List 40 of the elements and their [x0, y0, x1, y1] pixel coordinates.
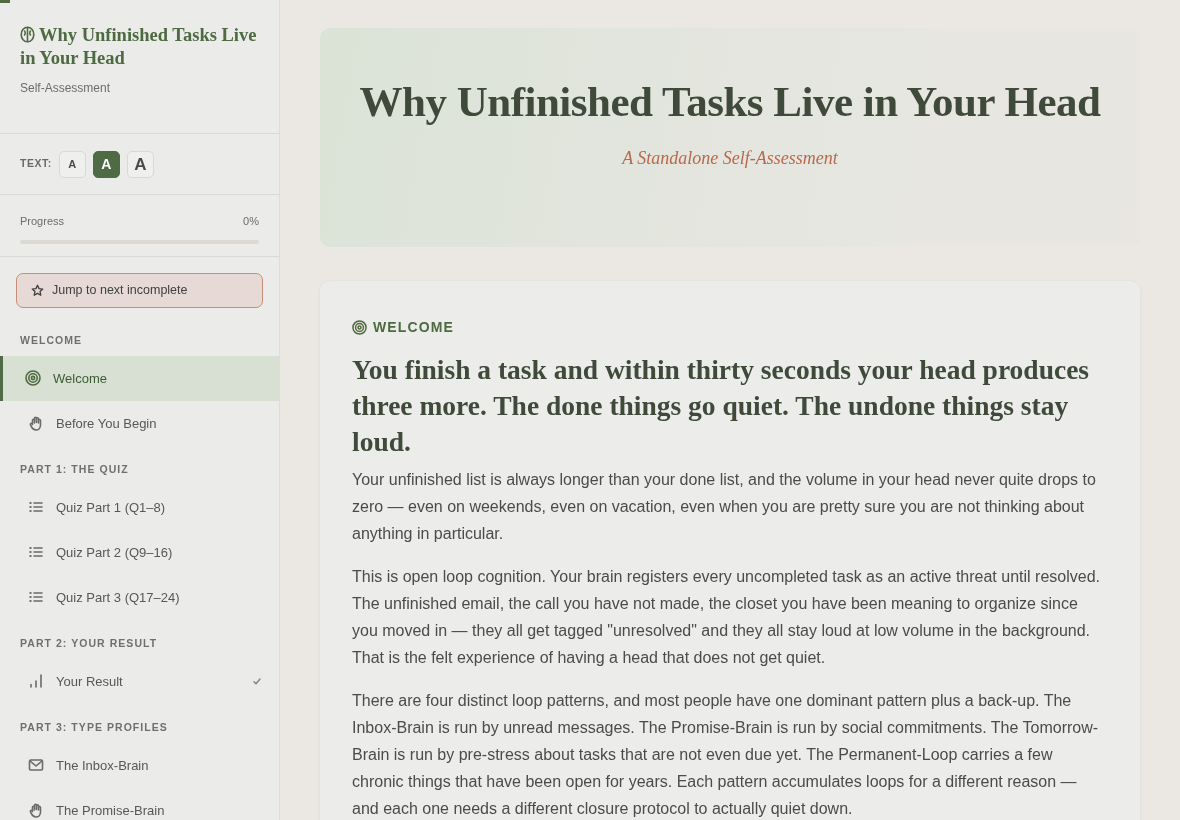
- bar-chart-icon: [28, 673, 44, 689]
- progress-label: Progress: [20, 214, 65, 229]
- sidebar-item[interactable]: The Inbox-Brain: [0, 742, 279, 788]
- text-size-label: TEXT:: [20, 156, 52, 172]
- hero-subtitle: A Standalone Self-Assessment: [620, 147, 839, 170]
- section-heading: PART 1: THE QUIZ: [19, 461, 130, 477]
- sidebar-item[interactable]: Your Result: [0, 658, 279, 704]
- hand-icon: [28, 802, 44, 818]
- section-heading: PART 2: YOUR RESULT: [19, 635, 159, 651]
- hero-title: Why Unfinished Tasks Live in Your Head: [358, 77, 1102, 127]
- brain-icon: [20, 26, 35, 43]
- list-icon: [28, 589, 44, 605]
- target-icon: [352, 320, 367, 335]
- card-heading: You finish a task and within thirty seconds your head produces three more. The done things go quiet. The undone things stay loud.: [352, 353, 1091, 459]
- progress-reading: 0%: [243, 214, 259, 229]
- body-paragraph: Your unfinished list is always longer than your done list, and the volume in your head never quite drops to zero — even on weekends, even on vacation, even when you are pretty sure you are not thinking about anything in particular.: [352, 470, 1097, 544]
- body-paragraph: There are four distinct loop patterns, and most people have one dominant pattern plus a back-up. The Inbox-Brain is run by unread messages. The Promise-Brain is run by social commitments. The Tomorrow-Brain is run by pre-stress about tasks that are not even due yet. The Permanent-Loop carries a few chronic things that have been open for years. Each pattern accumulates loops for a different reason — and each one needs a different closure protocol to actually quiet down.: [352, 691, 1100, 819]
- sidebar-item[interactable]: Quiz Part 1 (Q1–8): [0, 484, 279, 530]
- sidebar-item[interactable]: Before You Begin: [0, 400, 279, 446]
- jump-button[interactable]: Jump to next incomplete: [16, 272, 263, 308]
- sidebar-title: Why Unfinished Tasks Live in Your Head: [20, 24, 258, 70]
- sidebar-item[interactable]: Quiz Part 2 (Q9–16): [0, 529, 279, 575]
- star-icon: [31, 283, 44, 297]
- list-icon: [28, 499, 44, 515]
- sidebar-subtitle: Self-Assessment: [20, 80, 112, 97]
- text-size-button[interactable]: A: [92, 150, 120, 178]
- target-icon: [25, 370, 41, 386]
- sidebar-item[interactable]: The Promise-Brain: [0, 787, 279, 820]
- text-size-button[interactable]: A: [58, 150, 86, 178]
- top-accent-bar: [0, 0, 10, 3]
- section-heading: WELCOME: [19, 332, 84, 348]
- body-paragraph: This is open loop cognition. Your brain registers every uncompleted task as an active threat until resolved. The unfinished email, the call you have not made, the closet you have been meaning to organize since you moved in — they all get tagged "unresolved" and they all stay loud at low volume in the background. That is the felt experience of having a head that does not get quiet.: [352, 567, 1100, 668]
- list-icon: [28, 544, 44, 560]
- sidebar-item[interactable]: Welcome: [0, 355, 279, 401]
- section-eyebrow: WELCOME: [373, 318, 454, 337]
- sidebar-item[interactable]: Quiz Part 3 (Q17–24): [0, 574, 279, 620]
- mail-icon: [28, 757, 44, 773]
- text-size-button[interactable]: A: [126, 150, 154, 178]
- hand-icon: [28, 415, 44, 431]
- section-heading: PART 3: TYPE PROFILES: [19, 719, 169, 735]
